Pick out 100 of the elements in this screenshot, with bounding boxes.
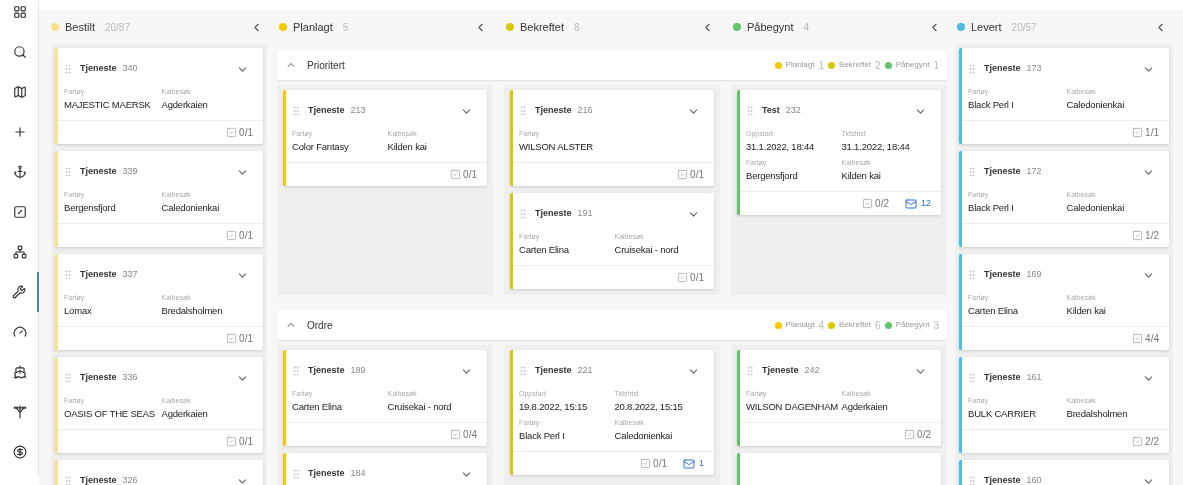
card-number: 340 — [122, 62, 138, 76]
column-title: Planlagt — [293, 19, 333, 35]
checklist-icon — [904, 429, 916, 440]
field-value: 19.8.2022, 15:15 — [519, 400, 589, 414]
task-count: 1/1 — [1145, 126, 1159, 140]
field-value: OASIS OF THE SEAS — [64, 407, 156, 421]
card-number: 169 — [1026, 268, 1042, 282]
field-value: Carten Elina — [519, 243, 570, 257]
card-title: Tjeneste — [308, 364, 345, 378]
network-icon — [12, 245, 27, 259]
task-card[interactable]: Tjeneste 326 — [55, 460, 263, 485]
column-title: Påbegynt — [747, 19, 794, 35]
field-value: Caledonienkai — [1066, 201, 1126, 215]
task-count: 0/1 — [239, 332, 253, 346]
field-value: Bredalsholmen — [1066, 407, 1129, 421]
column-count: 20/87 — [104, 20, 130, 35]
checklist-icon — [1132, 333, 1144, 344]
card-number: 173 — [1026, 62, 1042, 76]
card-title: Tjeneste — [80, 474, 117, 485]
drag-handle-icon[interactable] — [517, 208, 529, 220]
drag-handle-icon[interactable] — [62, 475, 74, 485]
column-count: 5 — [342, 20, 349, 35]
field-value: Lomax — [64, 304, 93, 318]
summary-count: 3 — [933, 318, 939, 333]
drag-handle-icon[interactable] — [62, 166, 74, 178]
drag-handle-icon[interactable] — [517, 365, 529, 377]
column-count: 8 — [574, 20, 580, 35]
checklist-icon — [226, 127, 238, 138]
field-value: Agderkaien — [841, 400, 889, 414]
checklist-icon — [1132, 230, 1144, 241]
task-count: 0/1 — [239, 435, 253, 449]
gauge-icon — [12, 325, 27, 339]
column-title: Bekreftet — [520, 19, 565, 35]
drag-handle-icon[interactable] — [290, 105, 302, 117]
card-number: 189 — [350, 364, 366, 378]
field-value: Kilden kai — [1066, 304, 1107, 318]
field-value: Black Perl I — [968, 98, 1015, 112]
task-count: 0/1 — [463, 168, 477, 182]
group-header[interactable]: Prioritert Planlagt 1 Bekreftet 2 Påbegynt 1 — [277, 50, 947, 80]
summary-count: 1 — [933, 58, 939, 73]
drag-handle-icon[interactable] — [62, 63, 74, 75]
summary-label: Planlagt — [785, 319, 815, 331]
card-title: Tjeneste — [535, 104, 572, 118]
column-title: Bestilt — [65, 19, 95, 35]
card-number: 339 — [122, 165, 138, 179]
field-value: Agderkaien — [161, 407, 209, 421]
summary-label: Bekreftet — [839, 319, 872, 331]
task-card[interactable]: Tjeneste 184 — [283, 453, 487, 485]
field-value: Caledonienkai — [1066, 98, 1126, 112]
drag-handle-icon[interactable] — [62, 372, 74, 384]
summary-label: Påbegynt — [895, 319, 930, 331]
column-count: 20/57 — [1011, 20, 1037, 35]
checklist-icon — [226, 230, 238, 241]
drag-handle-icon[interactable] — [290, 468, 302, 480]
message-count: 1 — [699, 456, 704, 470]
field-value: Black Perl I — [968, 201, 1015, 215]
card-number: 184 — [350, 467, 366, 481]
field-value: 20.8.2022, 15:15 — [614, 400, 684, 414]
card-number: 232 — [785, 104, 801, 118]
task-count: 0/1 — [239, 126, 253, 140]
task-card[interactable]: Tjeneste 160 — [959, 460, 1169, 485]
field-value: WILSON DAGENHAM — [746, 400, 839, 414]
card-title: Tjeneste — [80, 268, 117, 282]
field-value: Agderkaien — [161, 98, 209, 112]
drag-handle-icon[interactable] — [517, 105, 529, 117]
checklist-icon — [450, 429, 462, 440]
drag-handle-icon[interactable] — [966, 166, 978, 178]
drag-handle-icon[interactable] — [966, 372, 978, 384]
drag-handle-icon[interactable] — [62, 269, 74, 281]
card-number: 213 — [350, 104, 366, 118]
card-title: Tjeneste — [308, 467, 345, 481]
field-value: Cruisekai - nord — [387, 400, 453, 414]
card-number: 161 — [1026, 371, 1042, 385]
drag-handle-icon[interactable] — [744, 365, 756, 377]
card-number: 221 — [577, 364, 593, 378]
column-title: Levert — [971, 19, 1002, 35]
card-number: 336 — [122, 371, 138, 385]
drag-handle-icon[interactable] — [966, 63, 978, 75]
checklist-icon — [640, 458, 652, 469]
drag-handle-icon[interactable] — [744, 105, 756, 117]
drag-handle-icon[interactable] — [966, 475, 978, 485]
checklist-icon — [1132, 436, 1144, 447]
card-title: Tjeneste — [984, 268, 1021, 282]
card-number: 191 — [577, 207, 593, 221]
field-value: 31.1.2022, 18:44 — [841, 140, 911, 154]
summary-label: Bekreftet — [839, 59, 872, 71]
summary-label: Planlagt — [785, 59, 815, 71]
drag-handle-icon[interactable] — [290, 365, 302, 377]
card-title: Tjeneste — [80, 165, 117, 179]
card-title: Tjeneste — [535, 207, 572, 221]
task-count: 0/2 — [875, 197, 889, 211]
wrench-icon — [11, 285, 26, 299]
message-count: 12 — [921, 196, 931, 210]
summary-count: 1 — [818, 58, 825, 73]
group-title: Prioritert — [307, 58, 345, 73]
task-count: 0/4 — [463, 428, 477, 442]
card-title: Test — [762, 104, 780, 118]
pole-icon — [12, 405, 27, 419]
group-header[interactable]: Ordre Planlagt 4 Bekreftet 6 Påbegynt 3 — [277, 310, 947, 340]
drag-handle-icon[interactable] — [966, 269, 978, 281]
